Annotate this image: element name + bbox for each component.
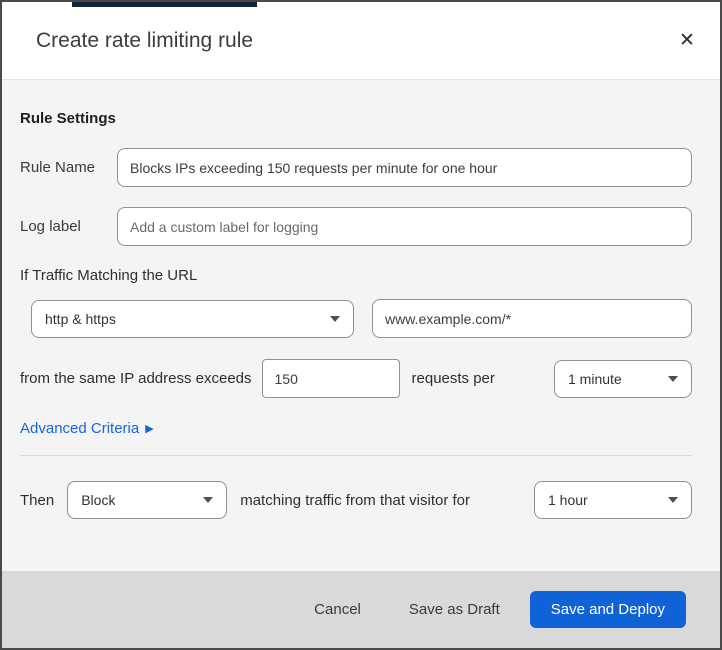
top-accent-bar bbox=[72, 2, 257, 7]
chevron-down-icon bbox=[668, 497, 678, 503]
create-rate-limiting-rule-dialog: Create rate limiting rule ✕ Rule Setting… bbox=[0, 0, 722, 650]
action-select[interactable]: Block bbox=[67, 481, 228, 519]
duration-select-value: 1 hour bbox=[548, 492, 588, 508]
then-text-between: matching traffic from that visitor for bbox=[240, 491, 471, 509]
cancel-button[interactable]: Cancel bbox=[314, 601, 361, 618]
period-select[interactable]: 1 minute bbox=[554, 359, 692, 398]
threshold-row: from the same IP address exceeds request… bbox=[20, 359, 692, 398]
url-input[interactable] bbox=[372, 299, 692, 338]
chevron-down-icon bbox=[203, 497, 214, 503]
dialog-title: Create rate limiting rule bbox=[36, 28, 254, 52]
rule-name-input[interactable] bbox=[117, 148, 692, 187]
chevron-down-icon bbox=[330, 315, 340, 322]
scheme-select[interactable]: http & https bbox=[31, 299, 354, 338]
threshold-text-between: requests per bbox=[411, 370, 495, 387]
duration-select[interactable]: 1 hour bbox=[534, 481, 692, 519]
then-label: Then bbox=[20, 491, 55, 509]
scheme-url-row: http & https bbox=[20, 299, 692, 338]
log-label-input[interactable] bbox=[117, 207, 692, 246]
advanced-criteria-link[interactable]: Advanced Criteria ▶ bbox=[20, 420, 154, 437]
traffic-matching-heading: If Traffic Matching the URL bbox=[20, 267, 198, 284]
advanced-criteria-row: Advanced Criteria ▶ bbox=[20, 420, 692, 437]
close-icon[interactable]: ✕ bbox=[672, 26, 702, 56]
save-as-draft-button[interactable]: Save as Draft bbox=[409, 601, 500, 618]
threshold-text-before: from the same IP address exceeds bbox=[20, 370, 252, 387]
chevron-down-icon bbox=[668, 375, 678, 382]
scheme-select-value: http & https bbox=[45, 310, 116, 327]
rule-name-label: Rule Name bbox=[20, 159, 96, 176]
dialog-footer: Cancel Save as Draft Save and Deploy bbox=[2, 571, 720, 648]
period-select-value: 1 minute bbox=[568, 370, 622, 387]
then-action-row: Then Block matching traffic from that vi… bbox=[20, 481, 692, 519]
dialog-body: Rule Settings Rule Name Log label If Tra… bbox=[2, 80, 720, 571]
dialog-header: Create rate limiting rule ✕ bbox=[2, 2, 720, 80]
action-select-value: Block bbox=[81, 492, 116, 508]
rule-name-row: Rule Name bbox=[20, 148, 692, 187]
log-label-label: Log label bbox=[20, 218, 81, 235]
advanced-criteria-label: Advanced Criteria bbox=[20, 420, 140, 437]
expand-arrow-icon: ▶ bbox=[145, 423, 154, 435]
requests-count-input[interactable] bbox=[261, 359, 400, 398]
section-divider bbox=[20, 455, 692, 456]
save-and-deploy-button[interactable]: Save and Deploy bbox=[529, 591, 686, 628]
rule-settings-heading: Rule Settings bbox=[20, 110, 116, 127]
log-label-row: Log label bbox=[20, 207, 692, 246]
